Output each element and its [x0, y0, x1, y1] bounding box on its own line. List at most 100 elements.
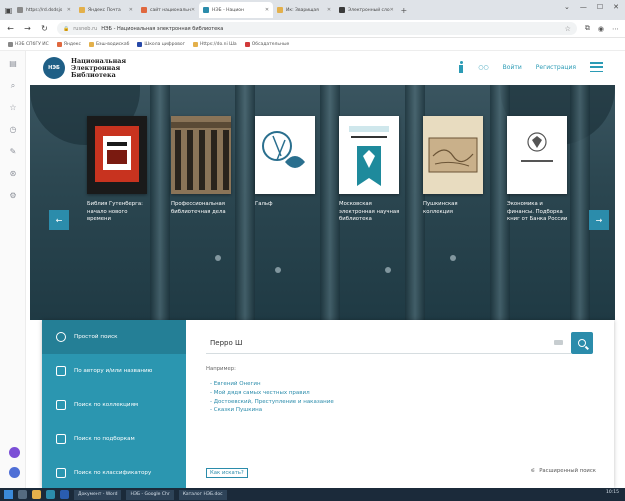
collection-label[interactable]: Экономика и финансы. Подборка книг от Ба… — [507, 201, 569, 224]
bookmark-label: Обсадательные — [251, 41, 290, 47]
bookmark-favicon-icon — [8, 41, 13, 47]
site-logo-text[interactable]: Национальная Электронная Библиотека — [71, 57, 126, 79]
search-button[interactable] — [571, 332, 593, 354]
collection-label[interactable]: Московская электронная научная библиотек… — [339, 201, 401, 224]
search-tab-selections[interactable]: Поиск по подборкам — [42, 422, 186, 456]
close-tab-icon[interactable]: ✕ — [327, 7, 331, 13]
close-tab-icon[interactable]: ✕ — [67, 7, 71, 13]
accessibility-icon[interactable] — [458, 61, 464, 73]
tab-actions-icon[interactable]: ▣ — [4, 6, 13, 15]
collections-icon[interactable]: ▤ — [8, 59, 18, 69]
tab-label: НЭБ - Национ — [212, 7, 244, 13]
examples-title: Например: — [206, 366, 236, 372]
glasses-icon[interactable]: ○○ — [478, 64, 488, 71]
collection-cover[interactable] — [339, 116, 399, 194]
advanced-search-link[interactable]: ⚟ Расширенный поиск — [530, 468, 596, 474]
tools-icon[interactable]: ✎ — [8, 147, 18, 157]
collection-label[interactable]: Пушкинская коллекция — [423, 201, 485, 216]
cover-art — [262, 131, 305, 168]
url-field[interactable]: 🔒 rusneb.ru НЭБ - Национальная электронн… — [57, 22, 577, 35]
bookmark-item[interactable]: Яндекс — [56, 41, 81, 47]
browser-tab[interactable]: https://rd.dsdsjs ✕ — [13, 2, 75, 18]
collection-label[interactable]: Профессиональная библиотечная дела — [171, 201, 233, 216]
bookmark-star-icon[interactable]: ☆ — [565, 25, 571, 33]
browser-window: ▣ https://rd.dsdsjs ✕ Яндекс Почта ✕ сайт … — [0, 0, 625, 501]
close-tab-icon[interactable]: ✕ — [390, 7, 394, 13]
menu-icon[interactable] — [590, 62, 603, 72]
search-tab-classifier[interactable]: Поиск по классификатору — [42, 456, 186, 490]
close-tab-icon[interactable]: ✕ — [129, 7, 133, 13]
bookmark-item[interactable]: НЭБ СПбГУ ИС — [8, 41, 49, 47]
collection-cover[interactable] — [255, 116, 315, 194]
tab-search-icon[interactable]: ⌄ — [564, 3, 570, 11]
games-icon[interactable]: ⊛ — [8, 169, 18, 179]
sliders-icon: ⚟ — [530, 468, 536, 474]
taskbar-window[interactable]: НЭБ - Google Chr — [126, 489, 174, 500]
example-link[interactable]: Сказки Пушкина — [210, 406, 334, 415]
copilot-icon[interactable] — [9, 447, 20, 458]
search-tab-author[interactable]: По автору и/или названию — [42, 354, 186, 388]
collection-cover[interactable] — [171, 116, 231, 194]
edge-icon[interactable] — [46, 490, 55, 499]
lock-icon: 🔒 — [63, 25, 70, 32]
browser-tab-active[interactable]: НЭБ - Национ ✕ — [199, 2, 274, 18]
carousel-next-button[interactable]: → — [589, 210, 609, 230]
assistant-icon[interactable] — [9, 467, 20, 478]
favorites-icon[interactable]: ☆ — [8, 103, 18, 113]
bookmark-item[interactable]: Https://do.ni Ша — [192, 41, 237, 47]
close-window-icon[interactable]: ✕ — [613, 3, 619, 11]
bookmark-item[interactable]: Школа цифровог — [137, 41, 185, 47]
taskbar-window[interactable]: Документ - Word — [74, 489, 122, 500]
maximize-icon[interactable]: ☐ — [597, 3, 603, 11]
register-link[interactable]: Регистрация — [536, 64, 576, 71]
new-tab-button[interactable]: + — [398, 6, 410, 15]
collection-label[interactable]: Гальф — [255, 201, 317, 209]
search-tab-simple[interactable]: Простой поиск — [42, 320, 186, 354]
taskbar-window[interactable]: Каталог НЭБ.doc — [178, 489, 227, 500]
profile-icon[interactable]: ◉ — [598, 25, 604, 33]
hall-lamp — [450, 255, 456, 261]
menu-dots-icon[interactable]: ⋯ — [612, 25, 619, 33]
back-icon[interactable]: ← — [6, 24, 15, 33]
word-icon[interactable] — [60, 490, 69, 499]
forward-icon[interactable]: → — [23, 24, 32, 33]
browser-tab[interactable]: сайт национальн ✕ — [137, 2, 199, 18]
book-icon — [56, 366, 66, 376]
collection-cover[interactable] — [87, 116, 147, 194]
collection-cover[interactable] — [423, 116, 483, 194]
history-icon[interactable]: ◷ — [8, 125, 18, 135]
carousel-prev-button[interactable]: ← — [49, 210, 69, 230]
bookmark-item[interactable]: Обсадательные — [244, 41, 290, 47]
search-input-value: Перро Ш — [210, 338, 243, 347]
search-icon[interactable]: ⌕ — [8, 81, 18, 91]
search-tab-collections[interactable]: Поиск по коллекциям — [42, 388, 186, 422]
login-link[interactable]: Войти — [503, 64, 522, 71]
search-taskbar-icon[interactable] — [18, 490, 27, 499]
minimize-icon[interactable]: — — [580, 3, 587, 11]
search-input[interactable]: Перро Ш — [206, 332, 571, 354]
extensions-icon[interactable]: ⧉ — [585, 24, 590, 33]
collection-cover[interactable] — [507, 116, 567, 194]
tab-label: https://rd.dsdsjs — [26, 7, 63, 13]
apps-icon[interactable]: ⚙ — [8, 191, 18, 201]
search-tab-label: Поиск по подборкам — [74, 436, 135, 442]
browser-tab[interactable]: Ик: Зварищая ✕ — [273, 2, 335, 18]
taskbar-clock: 10:15 — [606, 490, 619, 495]
example-link[interactable]: Евгений Онегин — [210, 380, 334, 389]
explorer-icon[interactable] — [32, 490, 41, 499]
keyboard-icon[interactable] — [554, 340, 563, 345]
neb-logo[interactable]: НЭБ — [43, 57, 65, 79]
example-link[interactable]: Достоевский, Преступление и наказание — [210, 398, 334, 407]
how-to-search-link[interactable]: Как искать? — [206, 468, 248, 478]
reload-icon[interactable]: ↻ — [40, 24, 49, 33]
search-tab-label: По автору и/или названию — [74, 368, 153, 374]
collection-icon — [56, 400, 66, 410]
collection-label[interactable]: Библия Гутенберга: начало нового времени — [87, 201, 149, 224]
close-tab-icon[interactable]: ✕ — [191, 7, 195, 13]
close-tab-icon[interactable]: ✕ — [265, 7, 269, 13]
bookmark-item[interactable]: Бэш-водискаб — [88, 41, 129, 47]
browser-tab[interactable]: Яндекс Почта ✕ — [75, 2, 137, 18]
browser-tab[interactable]: Электронный сло ✕ — [335, 2, 398, 18]
start-icon[interactable] — [4, 490, 13, 499]
example-link[interactable]: Мой дядя самых честных правил — [210, 389, 334, 398]
